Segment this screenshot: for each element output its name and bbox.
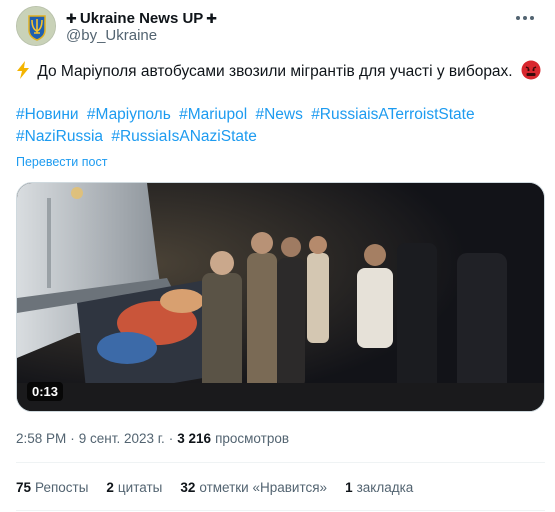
more-dots-icon [516, 16, 534, 20]
views-count: 3 216 [177, 431, 212, 446]
reposts-label: Репосты [35, 480, 89, 495]
video-player[interactable]: 0:13 [16, 182, 545, 412]
bookmarks-stat[interactable]: 1 закладка [345, 480, 413, 495]
angry-face-icon [521, 60, 541, 80]
tweet-meta: 2:58 PM · 9 сент. 2023 г. · 3 216 просмо… [16, 431, 289, 446]
quotes-count: 2 [106, 480, 114, 495]
author-name-row[interactable]: ✚ Ukraine News UP ✚ [66, 10, 217, 27]
quotes-label: цитаты [117, 480, 163, 495]
cross-icon: ✚ [206, 10, 218, 26]
tweet-date[interactable]: 9 сент. 2023 г. [79, 431, 165, 446]
divider [16, 462, 545, 463]
quotes-stat[interactable]: 2 цитаты [106, 480, 162, 495]
more-options-button[interactable] [511, 8, 539, 28]
hashtag-link[interactable]: #News [255, 106, 302, 123]
meta-separator: · [70, 431, 75, 446]
hashtag-link[interactable]: #Маріуполь [87, 106, 171, 123]
hashtag-link[interactable]: #NaziRussia [16, 128, 103, 145]
hashtag-link[interactable]: #Mariupol [179, 106, 247, 123]
author-display-name[interactable]: Ukraine News UP [80, 10, 203, 27]
reposts-stat[interactable]: 75 Репосты [16, 480, 88, 495]
hashtag-list: #Новини #Маріуполь #Mariupol #News #Russ… [16, 104, 541, 148]
engagement-stats: 75 Репосты 2 цитаты 32 отметки «Нравится» 1… [16, 480, 413, 495]
bookmarks-count: 1 [345, 480, 353, 495]
meta-separator: · [168, 431, 174, 446]
views-label: просмотров [215, 431, 290, 446]
likes-label: отметки «Нравится» [199, 480, 328, 495]
tweet-text: До Маріуполя автобусами звозили мігранті… [16, 60, 541, 83]
translate-post-link[interactable]: Перевести пост [16, 155, 107, 169]
tweet-time[interactable]: 2:58 PM [16, 431, 66, 446]
reposts-count: 75 [16, 480, 32, 495]
cross-icon: ✚ [66, 10, 77, 26]
video-duration: 0:13 [27, 382, 64, 401]
likes-count: 32 [180, 480, 196, 495]
hashtag-link[interactable]: #Новини [16, 106, 79, 123]
hashtag-link[interactable]: #RussiaIsANaziState [111, 128, 257, 145]
video-frame [17, 183, 544, 411]
bookmarks-label: закладка [356, 480, 414, 495]
author-handle[interactable]: @by_Ukraine [66, 27, 157, 44]
hashtag-link[interactable]: #RussiaisATerroistState [311, 106, 474, 123]
lightning-icon [17, 61, 29, 79]
ukraine-trident-icon [17, 7, 55, 45]
divider [16, 510, 545, 511]
avatar[interactable] [16, 6, 56, 46]
likes-stat[interactable]: 32 отметки «Нравится» [180, 480, 327, 495]
tweet-body: До Маріуполя автобусами звозили мігранті… [37, 63, 513, 80]
